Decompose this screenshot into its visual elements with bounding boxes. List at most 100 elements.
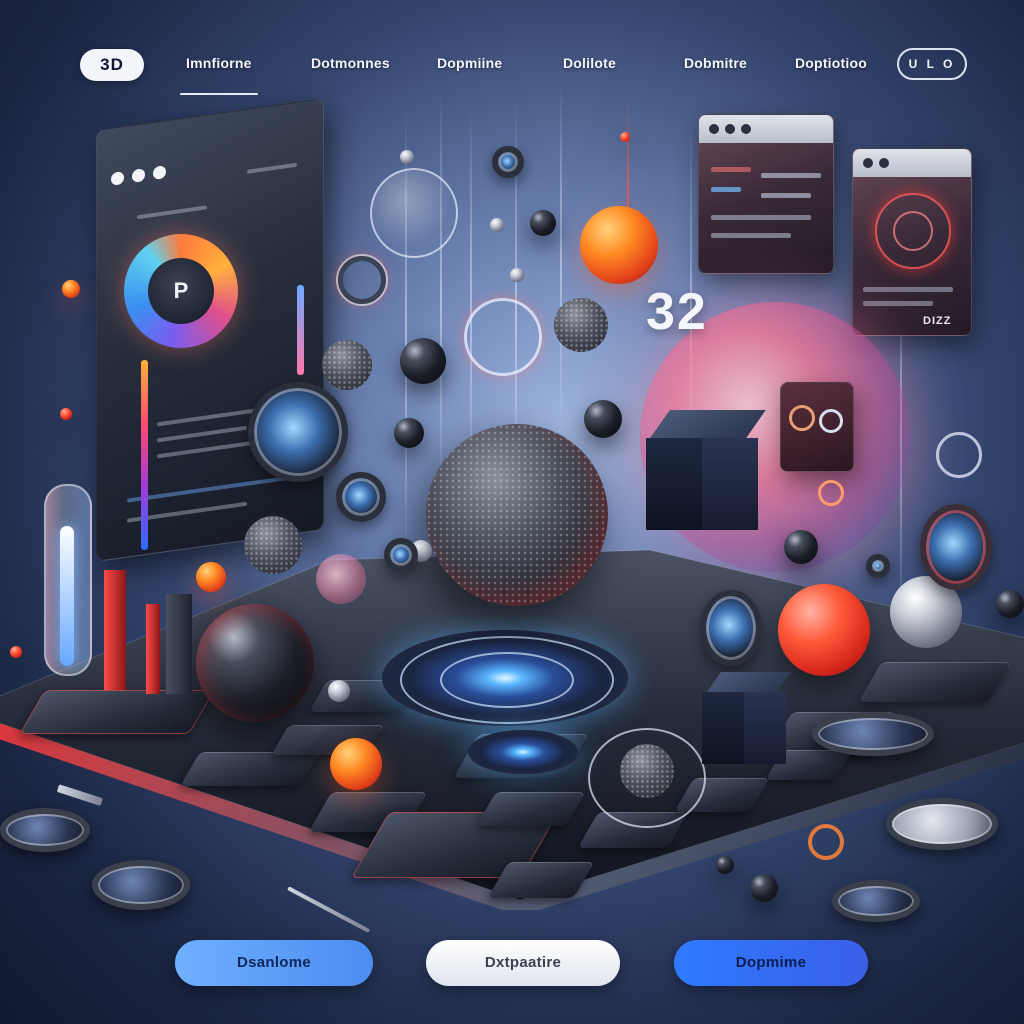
window-line (863, 287, 953, 292)
window-line (863, 301, 933, 306)
mini-window (780, 382, 854, 472)
logo-pill[interactable]: 3D (80, 49, 144, 81)
floating-window: DIZZ (852, 148, 972, 336)
light-beam (560, 80, 562, 440)
red-pillar (146, 604, 160, 694)
glass-tube (44, 484, 92, 676)
red-pillar (104, 570, 126, 690)
lens-icon[interactable] (866, 554, 890, 578)
gradient-bar (141, 360, 148, 550)
orange-sphere (196, 562, 226, 592)
red-sphere (778, 584, 870, 676)
window-titlebar (853, 149, 971, 177)
dark-cube (646, 410, 766, 530)
nav-toggle-button[interactable]: U L O (897, 48, 967, 80)
ring-icon (464, 298, 542, 376)
window-dot-icon[interactable] (153, 165, 166, 180)
window-dot-icon[interactable] (741, 124, 751, 134)
window-line (711, 215, 811, 220)
radar-ring (893, 211, 933, 251)
nav-link-5[interactable]: Dobmitre (684, 55, 747, 71)
secondary-button[interactable]: Dxtpaatire (426, 940, 620, 986)
orange-sphere (330, 738, 382, 790)
ring-icon (936, 432, 982, 478)
silver-dot (490, 218, 504, 232)
cube-side (702, 438, 758, 530)
window-dot-icon[interactable] (132, 168, 145, 183)
mesh-sphere (244, 516, 302, 574)
window-dot-icon[interactable] (879, 158, 889, 168)
black-sphere (584, 400, 622, 438)
black-sphere (716, 856, 734, 874)
cube-face (702, 692, 744, 764)
puck-button[interactable] (886, 798, 998, 850)
control-key[interactable] (180, 752, 320, 786)
ring-icon (808, 824, 844, 860)
portal-ring (440, 652, 574, 708)
lens-icon[interactable] (336, 472, 386, 522)
window-dot-icon[interactable] (725, 124, 735, 134)
nav-link-3[interactable]: Dopmiine (437, 55, 502, 71)
mesh-sphere (322, 340, 372, 390)
lens-icon[interactable] (920, 504, 992, 590)
window-dot-icon[interactable] (863, 158, 873, 168)
lens-icon[interactable] (248, 382, 348, 482)
black-sphere (394, 418, 424, 448)
window-controls (111, 165, 166, 186)
primary-button[interactable]: Dsanlome (175, 940, 373, 986)
mesh-sphere (554, 298, 608, 352)
window-line (711, 187, 741, 192)
panel-line (247, 162, 297, 174)
hero-number: 32 (646, 283, 708, 341)
nav-link-6[interactable]: Doptiotioo (795, 55, 867, 71)
black-sphere (530, 210, 556, 236)
cube-top (706, 672, 792, 692)
dark-pillar (166, 594, 192, 694)
small-cube (702, 672, 792, 764)
donut-center-label: P (148, 258, 214, 324)
lens-ring-icon (819, 409, 843, 433)
window-line (761, 173, 821, 178)
orange-sphere (62, 280, 80, 298)
window-dot-icon[interactable] (709, 124, 719, 134)
nav-link-4[interactable]: Dolilote (563, 55, 616, 71)
control-key[interactable] (19, 690, 215, 734)
black-sphere (784, 530, 818, 564)
ring-icon (818, 480, 844, 506)
red-dot (620, 132, 630, 142)
cube-top (650, 410, 766, 438)
red-dot (60, 408, 72, 420)
window-label: DIZZ (923, 315, 952, 327)
silver-dot (328, 680, 350, 702)
black-sphere (196, 604, 314, 722)
window-titlebar (699, 115, 833, 143)
silver-dot (510, 268, 524, 282)
lens-icon[interactable] (492, 146, 524, 178)
silver-dot (400, 150, 414, 164)
panel-line (157, 425, 247, 443)
black-sphere (750, 874, 778, 902)
window-line (761, 193, 811, 198)
gradient-bar (297, 285, 304, 375)
nav-link-2[interactable]: Dotmonnes (311, 55, 390, 71)
control-key[interactable] (858, 662, 1012, 702)
nav-link-1[interactable]: Imnfiorne (180, 55, 258, 95)
lens-icon[interactable] (384, 538, 418, 572)
puck-button[interactable] (812, 712, 934, 756)
lens-icon[interactable] (700, 590, 762, 666)
floating-window (698, 114, 834, 274)
ring-icon (338, 256, 386, 304)
window-dot-icon[interactable] (111, 171, 124, 186)
red-dot (10, 646, 22, 658)
puck-button[interactable] (92, 860, 190, 910)
cube-face (646, 438, 702, 530)
donut-chart: P (124, 234, 238, 348)
puck-button[interactable] (0, 808, 90, 852)
black-sphere (400, 338, 446, 384)
small-portal[interactable] (468, 730, 578, 774)
light-beam (440, 90, 442, 510)
panel-line (127, 476, 287, 503)
puck-button[interactable] (832, 880, 920, 922)
panel-line (137, 205, 207, 220)
tertiary-button[interactable]: Dopmime (674, 940, 868, 986)
